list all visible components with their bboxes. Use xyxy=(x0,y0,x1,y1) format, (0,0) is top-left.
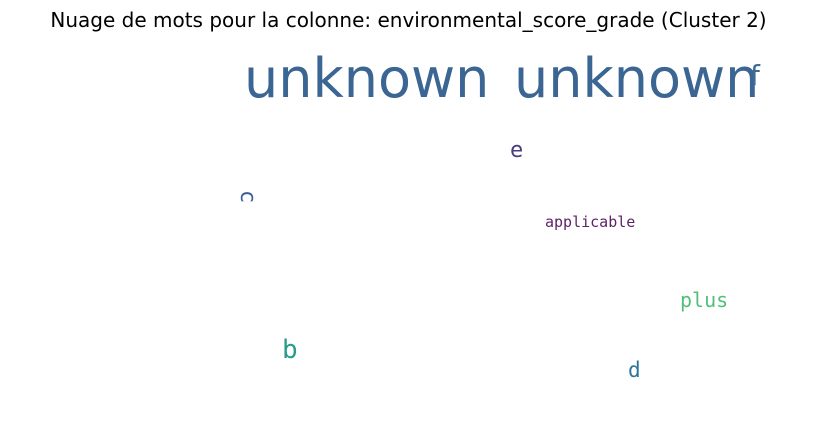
word-e-3: e xyxy=(510,138,524,163)
word-b-7: b xyxy=(282,335,298,365)
word-cloud: unknown unknown f e c applicable plus b d xyxy=(0,0,817,429)
word-unknown-0: unknown xyxy=(244,47,490,110)
word-f-2: f xyxy=(750,59,760,92)
word-unknown-1: unknown xyxy=(514,47,760,110)
word-applicable-5: applicable xyxy=(545,213,636,231)
word-d-8: d xyxy=(628,358,641,382)
word-c-4: c xyxy=(235,190,260,204)
word-plus-6: plus xyxy=(680,288,729,312)
